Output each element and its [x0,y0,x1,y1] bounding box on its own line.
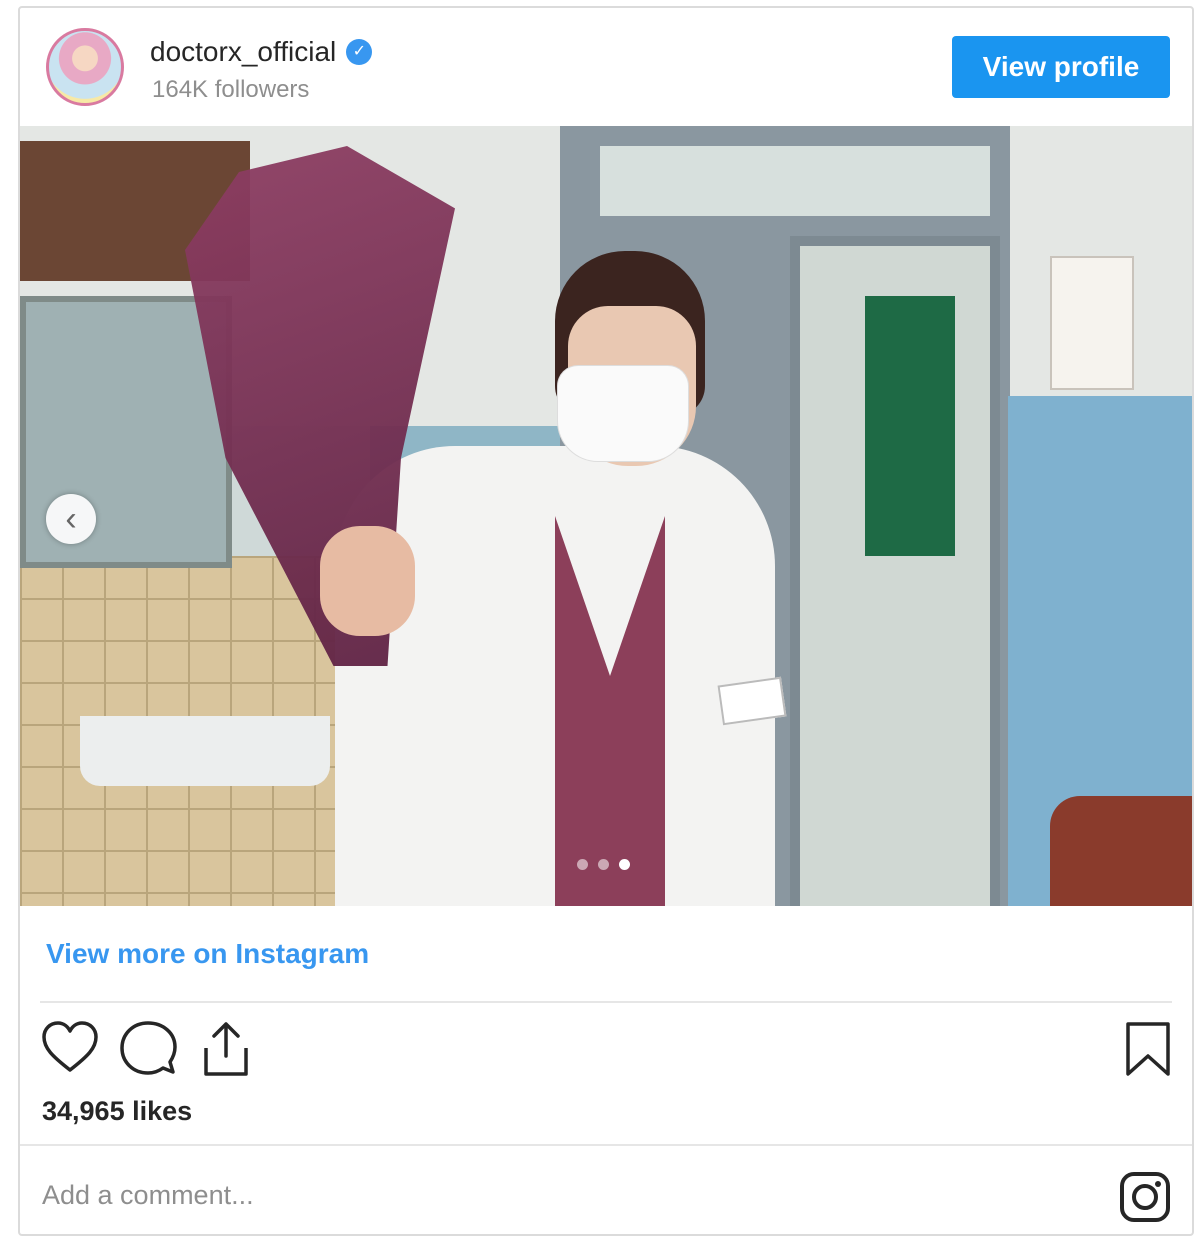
photo-chair [1050,796,1192,906]
photo-mask [558,366,688,461]
photo-sign [1050,256,1134,390]
verified-icon: ✓ [346,39,373,65]
comment-input[interactable]: Add a comment... [42,1180,254,1211]
carousel-indicator [577,859,630,870]
post-image[interactable]: ‹ [20,126,1192,906]
comment-bar: Add a comment... [20,1144,1192,1238]
carousel-dot [577,859,588,870]
chevron-left-icon: ‹ [65,500,77,538]
view-profile-button[interactable]: View profile [952,36,1170,98]
heart-icon[interactable] [40,1018,100,1080]
carousel-dot [598,859,609,870]
carousel-dot-active [619,859,630,870]
divider [40,1001,1172,1003]
action-bar [20,1018,1192,1088]
avatar[interactable] [46,28,124,106]
like-count: 34,965 likes [42,1096,193,1126]
photo-notice-board [865,296,955,556]
username-row: doctorx_official ✓ [150,36,373,68]
instagram-embed-card: doctorx_official ✓ 164K followers View p… [18,6,1194,1236]
instagram-icon[interactable] [1118,1170,1172,1224]
username-link[interactable]: doctorx_official [150,36,336,68]
carousel-prev-button[interactable]: ‹ [46,494,96,544]
photo-door-glass [600,146,990,216]
photo-hand [320,526,415,636]
comment-icon[interactable] [118,1018,178,1080]
post-header: doctorx_official ✓ 164K followers View p… [20,8,1192,126]
share-icon[interactable] [196,1018,256,1080]
follower-count: 164K followers [152,76,310,103]
photo-sink [80,716,330,786]
bookmark-icon[interactable] [1118,1018,1178,1080]
view-more-link[interactable]: View more on Instagram [46,938,369,970]
